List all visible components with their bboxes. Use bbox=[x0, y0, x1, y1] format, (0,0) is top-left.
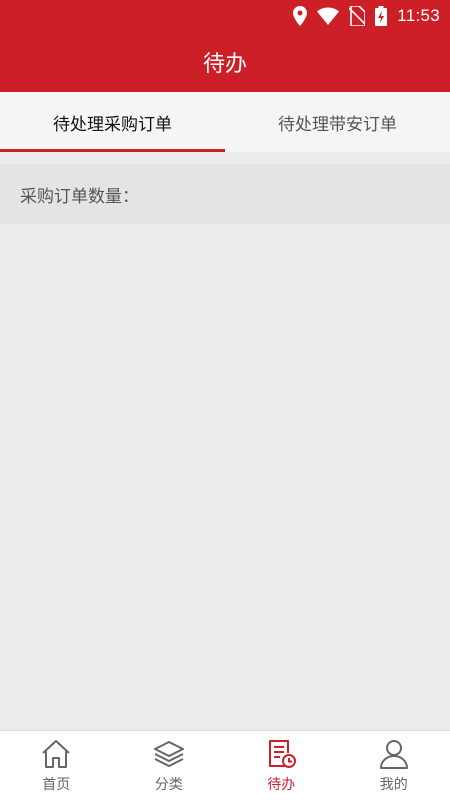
nav-home-label: 首页 bbox=[42, 776, 71, 793]
section-spacer bbox=[0, 152, 450, 164]
tab-pending-purchase-orders[interactable]: 待处理采购订单 bbox=[0, 92, 225, 152]
page-title: 待办 bbox=[202, 52, 247, 77]
order-count-bar: 采购订单数量： bbox=[0, 164, 450, 224]
tab-bar: 待处理采购订单 待处理带安订单 bbox=[0, 92, 450, 152]
status-time: 11:53 bbox=[397, 6, 440, 25]
tab-label: 待处理带安订单 bbox=[278, 114, 397, 135]
nav-category[interactable]: 分类 bbox=[113, 731, 226, 800]
nav-mine[interactable]: 我的 bbox=[338, 731, 450, 800]
bottom-navigation: 首页 分类 待办 我的 bbox=[0, 730, 450, 800]
nav-mine-label: 我的 bbox=[379, 776, 408, 793]
nav-category-label: 分类 bbox=[154, 776, 183, 793]
nav-todo[interactable]: 待办 bbox=[225, 731, 338, 800]
location-icon bbox=[293, 6, 308, 26]
no-sim-icon bbox=[349, 6, 366, 26]
nav-home[interactable]: 首页 bbox=[0, 731, 113, 800]
order-list-area bbox=[0, 224, 450, 730]
nav-todo-label: 待办 bbox=[267, 776, 296, 793]
user-icon bbox=[378, 739, 410, 773]
home-icon bbox=[40, 739, 72, 773]
battery-charging-icon bbox=[375, 6, 388, 26]
tab-pending-install-orders[interactable]: 待处理带安订单 bbox=[225, 92, 450, 152]
status-bar: 11:53 bbox=[0, 0, 450, 32]
wifi-icon bbox=[317, 7, 340, 25]
layers-icon bbox=[153, 739, 185, 773]
todo-document-clock-icon bbox=[265, 739, 297, 773]
tab-label: 待处理采购订单 bbox=[53, 114, 172, 135]
app-bar: 待办 bbox=[0, 32, 450, 92]
order-count-label: 采购订单数量： bbox=[20, 186, 139, 207]
